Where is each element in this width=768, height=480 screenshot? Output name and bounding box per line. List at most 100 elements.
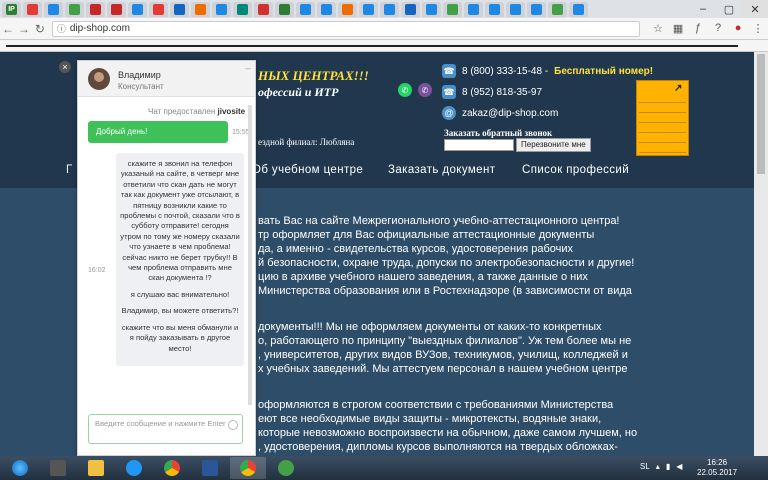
browser-tab[interactable]: [65, 1, 84, 17]
url-text: dip-shop.com: [69, 23, 130, 34]
formula-extension-icon[interactable]: ƒ: [688, 22, 708, 35]
ie-icon[interactable]: [116, 457, 152, 479]
agent-role: Консультант: [118, 82, 164, 91]
browser-tab[interactable]: [548, 1, 567, 17]
browser-tab[interactable]: [317, 1, 336, 17]
agent-name: Владимир: [118, 70, 161, 80]
browser-tab[interactable]: [296, 1, 315, 17]
message-incoming: скажите я звонил на телефон указаный на …: [116, 153, 244, 366]
network-icon[interactable]: ▮: [666, 462, 670, 471]
browser-tab[interactable]: [359, 1, 378, 17]
language-indicator[interactable]: SL: [640, 462, 650, 471]
browser-tab[interactable]: [191, 1, 210, 17]
volume-icon[interactable]: ◀: [676, 462, 682, 471]
chrome-active-icon[interactable]: [230, 457, 266, 479]
minimize-icon[interactable]: –: [242, 63, 254, 75]
browser-tab[interactable]: [86, 1, 105, 17]
phone-mobile[interactable]: ☎ 8 (952) 818-35-97: [442, 85, 542, 99]
site-subtitle: офессий и ИТР: [258, 85, 339, 99]
branch-label: ездной филиал: Любляна: [258, 137, 355, 147]
tab-strip: IP – ▢ ✕: [0, 0, 768, 18]
chat-widget: Владимир Консультант – Чат предоставлен …: [77, 60, 256, 456]
reload-icon[interactable]: ↻: [32, 22, 48, 36]
start-button[interactable]: [2, 457, 38, 479]
chevron-up-icon[interactable]: ▴: [656, 462, 660, 471]
browser-tab[interactable]: [506, 1, 525, 17]
callback-label: Заказать обратный звонок: [444, 128, 553, 138]
viber-icon[interactable]: ✆: [418, 83, 432, 97]
chrome-icon[interactable]: [154, 457, 190, 479]
email-link[interactable]: @ zakaz@dip-shop.com: [442, 106, 558, 120]
window-controls: – ▢ ✕: [690, 0, 768, 18]
message-time: 15:55: [232, 129, 250, 136]
message-outgoing: Добрый день!: [88, 121, 228, 143]
browser-tab[interactable]: [44, 1, 63, 17]
info-icon[interactable]: ⓘ: [57, 22, 66, 35]
browser-tab[interactable]: [485, 1, 504, 17]
browser-tab[interactable]: [527, 1, 546, 17]
url-input[interactable]: ⓘ dip-shop.com: [51, 20, 641, 37]
browser-tab[interactable]: [275, 1, 294, 17]
chat-provider[interactable]: Чат предоставлен jivosite: [148, 107, 245, 116]
app-icon[interactable]: [268, 457, 304, 479]
explorer-icon[interactable]: [40, 457, 76, 479]
browser-tab[interactable]: [380, 1, 399, 17]
callback-button[interactable]: Перезвоните мне: [516, 138, 591, 152]
address-bar-row: ← → ↻ ⓘ dip-shop.com ☆ ▦ ƒ ? ● ⋮: [0, 18, 768, 40]
extension-icon[interactable]: ?: [708, 22, 728, 35]
minimize-icon[interactable]: –: [690, 0, 716, 18]
forward-icon[interactable]: →: [16, 22, 32, 36]
documents-paragraph: документы!!! Мы не оформляем документы о…: [258, 321, 632, 375]
nav-item-professions[interactable]: Список профессий: [522, 164, 629, 176]
nav-item-order[interactable]: Заказать документ: [388, 164, 495, 176]
browser-tab[interactable]: [401, 1, 420, 17]
nav-item-about[interactable]: Об учебном центре: [252, 164, 363, 176]
word-icon[interactable]: [192, 457, 228, 479]
browser-tab[interactable]: [422, 1, 441, 17]
extension-icon[interactable]: ●: [728, 22, 748, 35]
browser-tab[interactable]: [107, 1, 126, 17]
browser-tab[interactable]: [464, 1, 483, 17]
callback-phone-input[interactable]: [444, 139, 514, 151]
message-time: 16:02: [88, 267, 106, 274]
browser-tab[interactable]: [569, 1, 588, 17]
browser-tab[interactable]: [128, 1, 147, 17]
close-icon[interactable]: ✕: [742, 0, 768, 18]
browser-tab[interactable]: [233, 1, 252, 17]
browser-tab[interactable]: [254, 1, 273, 17]
browser-tab[interactable]: [338, 1, 357, 17]
chat-header: Владимир Консультант –: [78, 61, 255, 97]
browser-tab[interactable]: [23, 1, 42, 17]
clock[interactable]: 16:26 22.05.2017: [697, 458, 737, 478]
phone-icon: ☎: [442, 64, 456, 78]
nav-item-home[interactable]: Г: [66, 164, 73, 176]
chat-close-icon[interactable]: ×: [59, 61, 71, 73]
extension-icon[interactable]: ▦: [668, 22, 688, 35]
arrow-icon: ↗: [674, 83, 683, 94]
star-icon[interactable]: ☆: [648, 22, 668, 35]
requirements-paragraph: оформляются в строгом соответствии с тре…: [258, 399, 638, 453]
browser-tab[interactable]: [443, 1, 462, 17]
chat-scrollbar[interactable]: [248, 105, 252, 405]
bookmarks-bar: [0, 40, 768, 52]
menu-icon[interactable]: ⋮: [748, 22, 768, 35]
intro-paragraph: вать Вас на сайте Межрегионального учебн…: [258, 215, 635, 297]
maximize-icon[interactable]: ▢: [716, 0, 742, 18]
browser-tab[interactable]: [170, 1, 189, 17]
site-title: НЫХ ЦЕНТРАХ!!!: [258, 68, 369, 83]
chat-message-input[interactable]: Введите сообщение и нажмите Enter: [88, 414, 243, 444]
browser-tab[interactable]: IP: [2, 1, 21, 17]
phone-free[interactable]: ☎ 8 (800) 333-15-48 - Бесплатный номер!: [442, 64, 653, 78]
back-icon[interactable]: ←: [0, 22, 16, 36]
page-scrollbar[interactable]: [754, 52, 768, 456]
email-icon: @: [442, 106, 456, 120]
avatar: [88, 68, 110, 90]
system-tray: SL ▴ ▮ ◀: [640, 462, 682, 471]
stats-widget[interactable]: ↗: [636, 80, 689, 156]
folder-icon[interactable]: [78, 457, 114, 479]
browser-tab[interactable]: [149, 1, 168, 17]
browser-tab[interactable]: [212, 1, 231, 17]
taskbar: SL ▴ ▮ ◀ 16:26 22.05.2017: [0, 456, 768, 480]
emoji-icon[interactable]: [228, 420, 238, 430]
whatsapp-icon[interactable]: ✆: [398, 83, 412, 97]
